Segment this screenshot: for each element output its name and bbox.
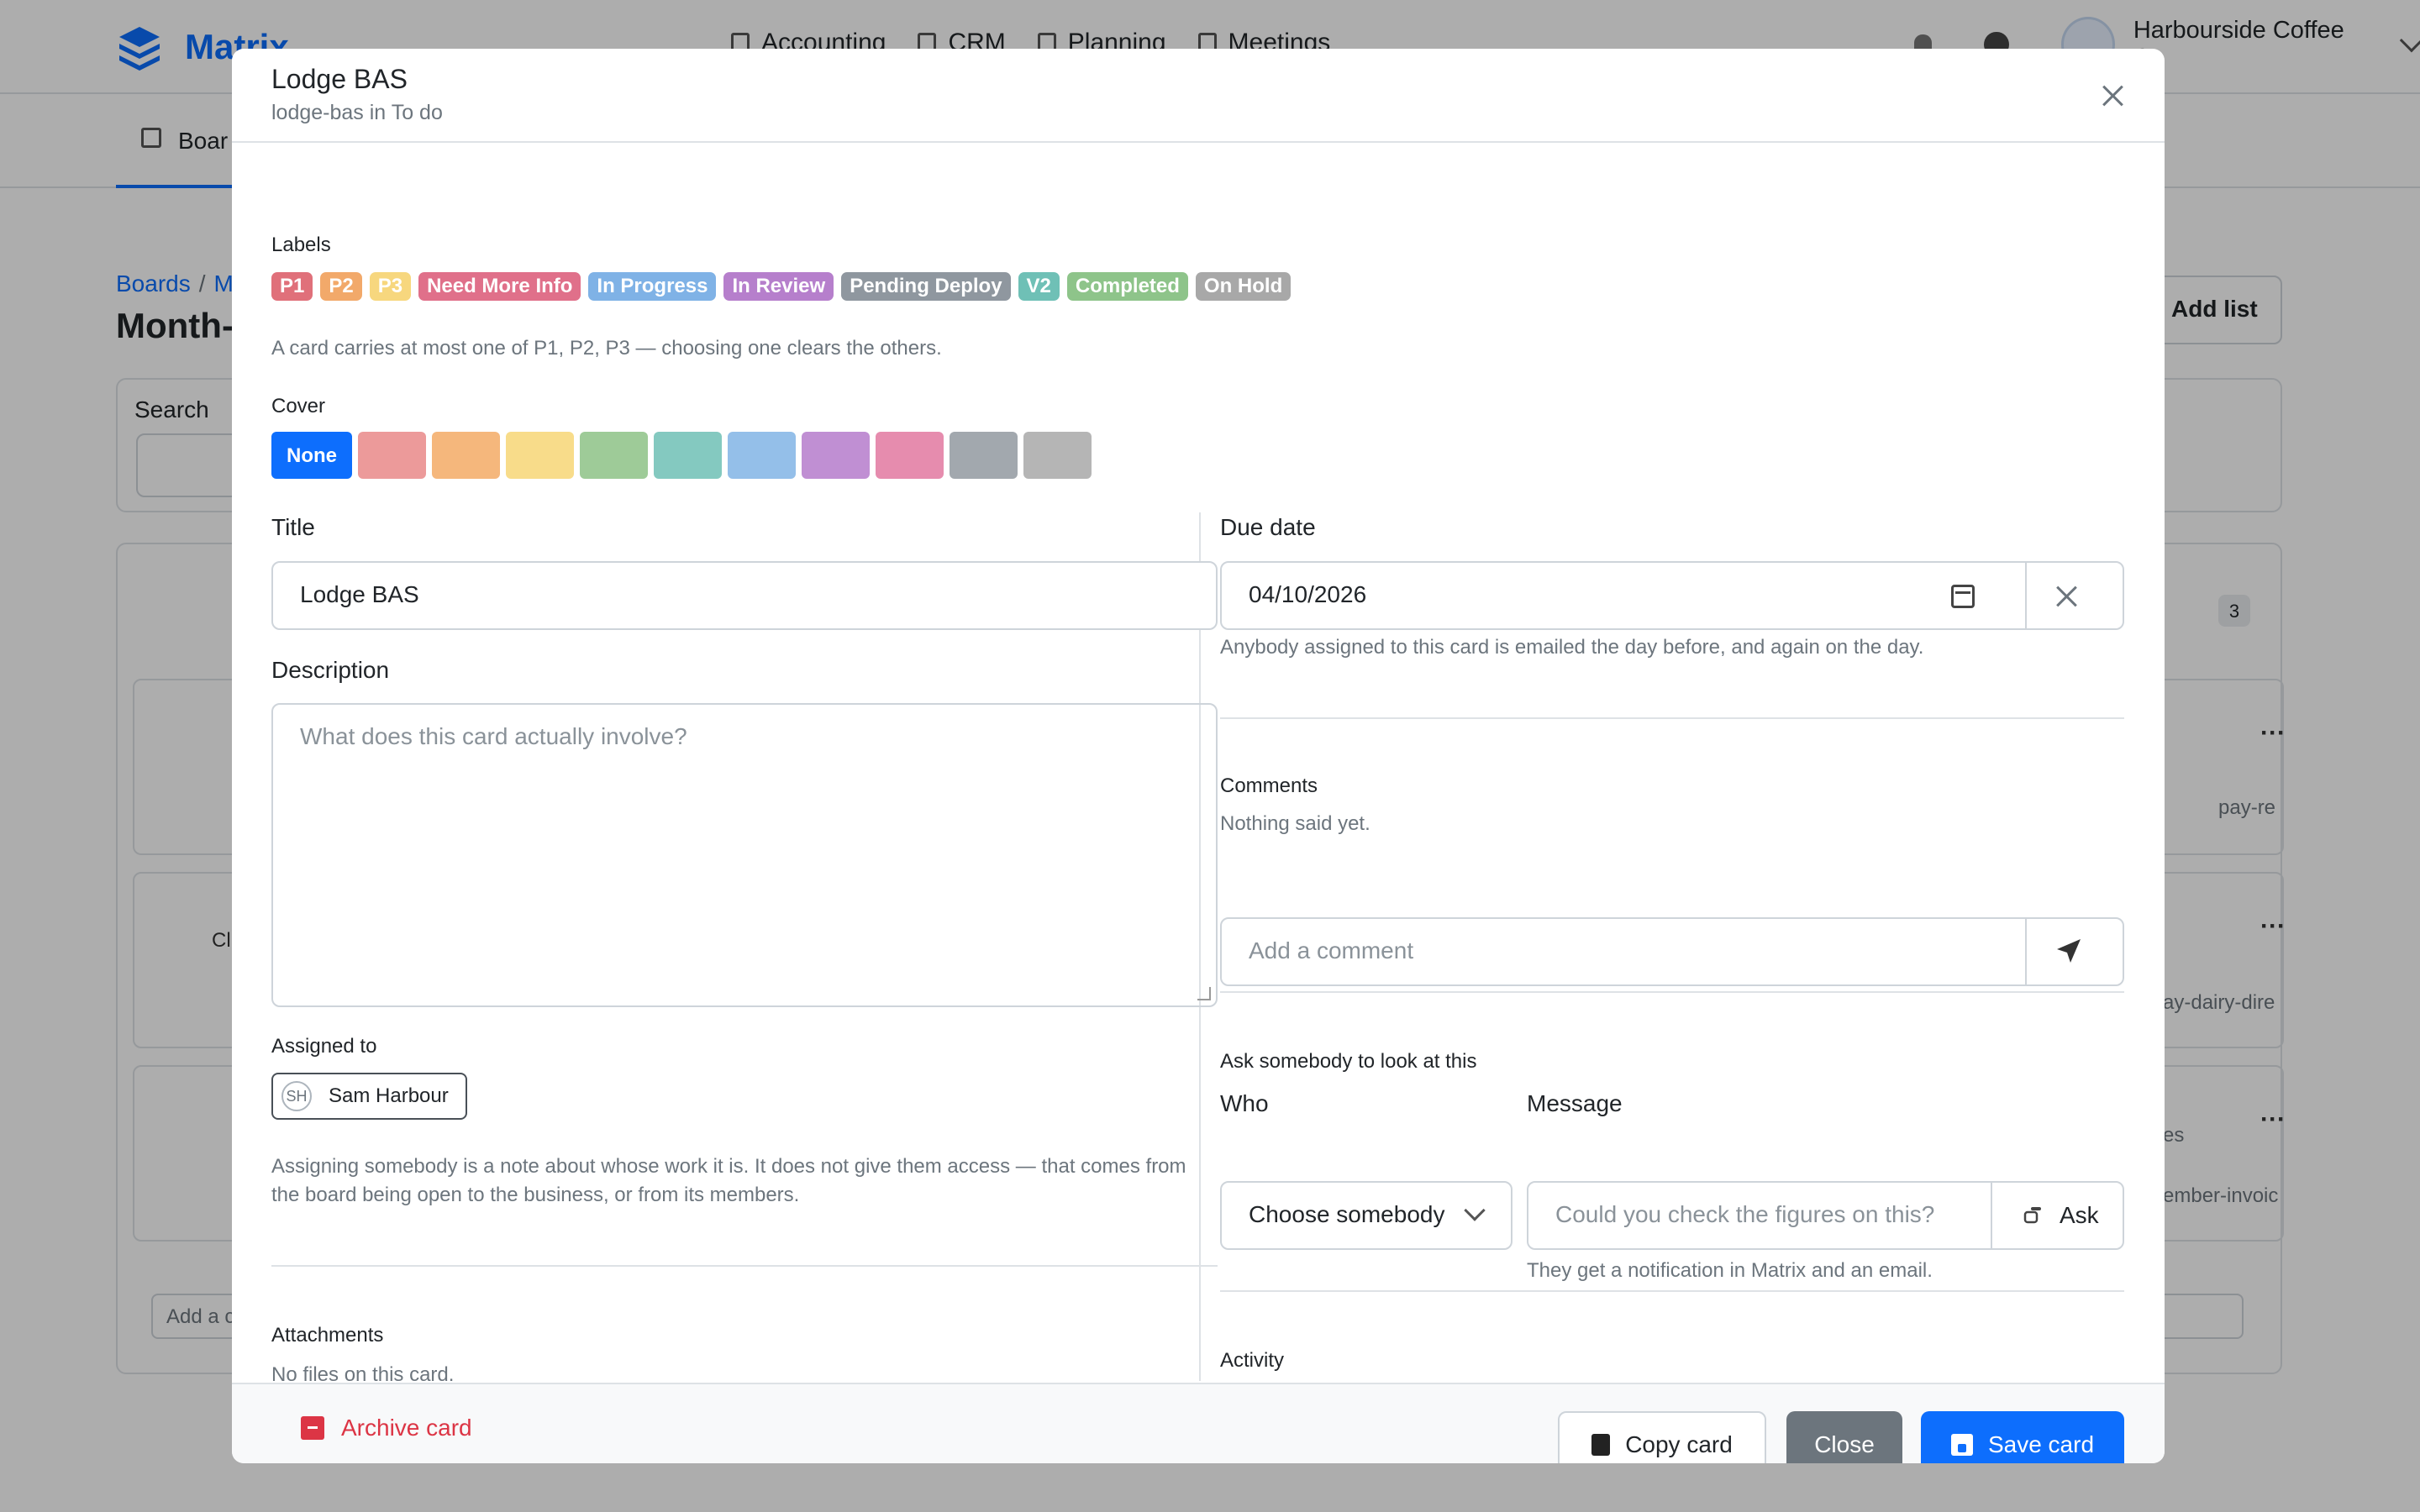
description-label: Description	[271, 657, 390, 683]
modal-footer: Archive card Copy card Close Save card	[232, 1383, 2165, 1463]
due-date-label: Due date	[1220, 514, 1316, 540]
comments-heading: Comments	[1220, 774, 1318, 797]
label-chip-in-progress[interactable]: In Progress	[588, 272, 717, 301]
save-icon	[1950, 1434, 1973, 1456]
modal-body: Labels P1 P2 P3 Need More Info In Progre…	[232, 144, 2165, 1381]
assigned-heading: Assigned to	[271, 1035, 377, 1058]
labels-help: A card carries at most one of P1, P2, P3…	[271, 337, 942, 360]
label-chip-p1[interactable]: P1	[271, 272, 313, 301]
assigned-help: Assigning somebody is a note about whose…	[271, 1155, 1186, 1206]
who-label: Who	[1220, 1090, 1269, 1116]
copy-icon	[1586, 1434, 1611, 1463]
input-separator	[2025, 919, 2027, 984]
cover-swatch[interactable]	[432, 432, 500, 479]
divider	[1220, 991, 2124, 993]
message-field[interactable]: Could you check the figures on this? Ask	[1527, 1181, 2124, 1250]
label-chip-p3[interactable]: P3	[369, 272, 412, 301]
cover-swatch[interactable]	[654, 432, 722, 479]
label-chip-p2[interactable]: P2	[320, 272, 362, 301]
resize-handle-icon[interactable]	[1197, 987, 1211, 1000]
labels-heading: Labels	[271, 234, 331, 256]
card-modal: Lodge BAS lodge-bas in To do Labels P1 P…	[232, 49, 2165, 1463]
ask-heading: Ask somebody to look at this	[1220, 1050, 1477, 1073]
save-card-button[interactable]: Save card	[1921, 1411, 2124, 1463]
message-label: Message	[1527, 1090, 1623, 1116]
label-chip-on-hold[interactable]: On Hold	[1195, 272, 1292, 301]
archive-label: Archive card	[341, 1415, 472, 1441]
attachments-heading: Attachments	[271, 1324, 384, 1347]
cover-swatch[interactable]	[876, 432, 944, 479]
cover-swatch[interactable]	[506, 432, 574, 479]
comment-field[interactable]: Add a comment	[1220, 917, 2124, 986]
description-placeholder: What does this card actually involve?	[300, 723, 687, 749]
cover-none-button[interactable]: None	[271, 432, 352, 479]
attachments-empty: No files on this card.	[271, 1363, 455, 1381]
avatar: SH	[281, 1081, 312, 1111]
divider	[271, 1265, 1218, 1267]
cover-swatch[interactable]	[358, 432, 426, 479]
divider	[1220, 1290, 2124, 1292]
activity-heading: Activity	[1220, 1349, 1285, 1372]
input-separator	[2025, 563, 2027, 628]
hand-icon	[2023, 1207, 2041, 1224]
close-icon[interactable]	[2097, 81, 2128, 111]
message-placeholder: Could you check the figures on this?	[1555, 1201, 1935, 1227]
cover-heading: Cover	[271, 395, 326, 417]
title-label: Title	[271, 514, 315, 540]
label-chip-v2[interactable]: V2	[1018, 272, 1060, 301]
cover-swatches: None	[271, 432, 1092, 479]
due-date-field[interactable]: 04/10/2026	[1220, 561, 2124, 630]
ask-button-label: Ask	[2060, 1202, 2099, 1228]
clear-date-icon[interactable]	[2054, 583, 2081, 610]
save-label: Save card	[1987, 1431, 2095, 1457]
who-value: Choose somebody	[1249, 1201, 1445, 1227]
send-icon[interactable]	[2054, 936, 2084, 966]
archive-icon	[301, 1416, 324, 1440]
cover-swatch[interactable]	[950, 432, 1018, 479]
cover-swatch[interactable]	[802, 432, 870, 479]
copy-label: Copy card	[1625, 1431, 1733, 1457]
modal-header: Lodge BAS lodge-bas in To do	[232, 49, 2165, 143]
label-chip-need-more-info[interactable]: Need More Info	[418, 272, 581, 301]
who-select[interactable]: Choose somebody	[1220, 1181, 1512, 1250]
due-date-help: Anybody assigned to this card is emailed…	[1220, 636, 1924, 659]
cover-swatch[interactable]	[580, 432, 648, 479]
modal-subtitle: lodge-bas in To do	[271, 101, 443, 124]
comment-placeholder: Add a comment	[1249, 937, 1414, 963]
description-textarea[interactable]: What does this card actually involve?	[271, 703, 1218, 1007]
chevron-down-icon	[1464, 1200, 1486, 1221]
calendar-icon[interactable]	[1951, 585, 1975, 608]
ask-help: They get a notification in Matrix and an…	[1527, 1259, 1933, 1282]
comments-empty: Nothing said yet.	[1220, 812, 1370, 835]
divider	[1220, 717, 2124, 719]
modal-title: Lodge BAS	[271, 64, 408, 94]
cover-swatch[interactable]	[728, 432, 796, 479]
assignee-chip[interactable]: SH Sam Harbour	[271, 1073, 467, 1120]
copy-card-button[interactable]: Copy card	[1558, 1411, 1766, 1463]
cover-swatch[interactable]	[1023, 432, 1092, 479]
ask-button[interactable]: Ask	[1992, 1183, 2123, 1248]
label-chip-completed[interactable]: Completed	[1066, 272, 1188, 301]
due-date-value: 04/10/2026	[1249, 581, 1367, 607]
archive-card-button[interactable]: Archive card	[301, 1415, 472, 1441]
title-input[interactable]: Lodge BAS	[271, 561, 1218, 630]
close-button[interactable]: Close	[1786, 1411, 1902, 1463]
label-chip-in-review[interactable]: In Review	[723, 272, 834, 301]
label-chip-pending-deploy[interactable]: Pending Deploy	[841, 272, 1011, 301]
label-chips: P1 P2 P3 Need More Info In Progress In R…	[271, 272, 1292, 301]
assignee-name: Sam Harbour	[329, 1084, 449, 1107]
